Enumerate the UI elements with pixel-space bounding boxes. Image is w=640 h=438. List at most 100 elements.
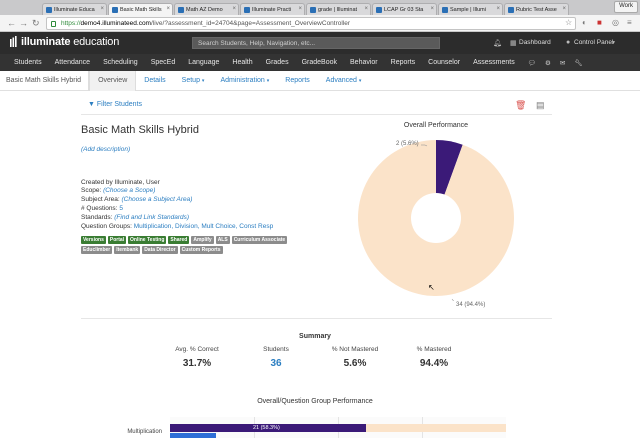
questions-count-link[interactable]: 5	[119, 205, 123, 212]
bar-chart-title: Overall/Question Group Performance	[257, 398, 373, 405]
nav-reports[interactable]: Reports	[391, 59, 416, 66]
bar-segment[interactable]	[365, 424, 506, 432]
menu-icon[interactable]: ≡	[627, 18, 632, 27]
nav-behavior[interactable]: Behavior	[350, 59, 378, 66]
close-tab-icon[interactable]: ×	[364, 6, 368, 12]
caret-down-icon: ▼	[611, 40, 616, 46]
stat-mastered: % Mastered 94.4%	[416, 346, 452, 369]
pie-label-leader	[451, 298, 454, 301]
nav-attendance[interactable]: Attendance	[55, 59, 90, 66]
gear-icon[interactable]: ⚙	[545, 59, 551, 67]
url-field[interactable]: https://demo4.illuminateed.com/live/?ass…	[46, 17, 576, 30]
nav-gradebook[interactable]: GradeBook	[302, 59, 337, 66]
feature-tag: Custom Reports	[179, 246, 223, 254]
chat-icon[interactable]: 💬︎	[528, 59, 536, 67]
nav-assessments[interactable]: Assessments	[473, 59, 515, 66]
feature-tag: Shared	[168, 236, 190, 244]
stat-students: Students 36	[231, 346, 321, 369]
app-header: illuminate education Search Students, He…	[0, 32, 640, 54]
forward-icon[interactable]: →	[19, 18, 28, 28]
browser-tab[interactable]: Math AZ Demo ×	[174, 3, 239, 15]
favicon-icon	[178, 7, 184, 13]
link-standards-link[interactable]: (Find and Link Standards)	[114, 214, 189, 221]
close-tab-icon[interactable]: ×	[100, 6, 104, 12]
control-panel-link[interactable]: Control Panel	[574, 39, 613, 46]
students-count-link[interactable]: 36	[231, 358, 321, 369]
filter-students-link[interactable]: ▼ Filter Students	[88, 101, 142, 108]
close-tab-icon[interactable]: ×	[496, 6, 500, 12]
tab-advanced[interactable]: Advanced ▾	[318, 71, 370, 91]
bar-data-label: 21 (58.3%)	[252, 425, 280, 431]
dashboard-link[interactable]: Dashboard	[519, 39, 551, 46]
notification-bell-icon[interactable]: 🔔︎	[493, 39, 502, 47]
tab-details[interactable]: Details	[136, 71, 173, 91]
dashboard-grid-icon[interactable]: ▦	[510, 39, 517, 47]
print-icon[interactable]: ▤	[536, 100, 545, 111]
stat-avg-correct: Avg. % Correct 31.7%	[175, 346, 219, 369]
browser-tab[interactable]: Rubric Test Asse ×	[504, 3, 569, 15]
bar-secondary-partial[interactable]	[170, 433, 216, 438]
extension-icon[interactable]: ◐	[582, 18, 587, 27]
global-search-input[interactable]: Search Students, Help, Navigation, etc..…	[192, 37, 440, 49]
stat-not-mastered: % Not Mastered 5.6%	[331, 346, 379, 369]
browser-tab-active[interactable]: Basic Math Skills ×	[108, 3, 173, 15]
reload-icon[interactable]: ↻	[32, 18, 40, 28]
browser-tab[interactable]: Sample | Illumi ×	[438, 3, 503, 15]
bookmark-star-icon[interactable]: ☆	[565, 18, 572, 27]
add-description-link[interactable]: (Add description)	[81, 146, 130, 153]
tab-setup[interactable]: Setup ▾	[174, 71, 213, 91]
favicon-icon	[244, 7, 250, 13]
filter-icon: ▼	[88, 101, 95, 108]
tab-reports[interactable]: Reports	[277, 71, 318, 91]
browser-tab-bar: Illuminate Educa × Basic Math Skills × Mat…	[0, 0, 640, 15]
browser-tab[interactable]: Illuminate Practi ×	[240, 3, 305, 15]
divider	[81, 114, 552, 115]
user-icon: ●	[566, 39, 571, 46]
nav-health[interactable]: Health	[232, 59, 252, 66]
profile-button[interactable]: Work	[614, 1, 638, 13]
tab-overview[interactable]: Overview	[89, 70, 137, 91]
favicon-icon	[508, 7, 514, 13]
wrench-icon[interactable]: 🔧︎	[574, 59, 582, 67]
trash-icon[interactable]: 🗑︎	[515, 100, 526, 111]
browser-tab[interactable]: grade | Illuminat ×	[306, 3, 371, 15]
nav-language[interactable]: Language	[188, 59, 219, 66]
close-tab-icon[interactable]: ×	[298, 6, 302, 12]
close-tab-icon[interactable]: ×	[166, 6, 170, 12]
questions-row: # Questions: 5	[81, 205, 123, 212]
browser-tab[interactable]: Illuminate Educa ×	[42, 3, 107, 15]
inbox-icon[interactable]: ✉	[560, 59, 565, 67]
browser-tab[interactable]: LCAP Gr 03 Sta ×	[372, 3, 437, 15]
close-tab-icon[interactable]: ×	[430, 6, 434, 12]
nav-counselor[interactable]: Counselor	[428, 59, 460, 66]
nav-scheduling[interactable]: Scheduling	[103, 59, 138, 66]
assessment-title: Basic Math Skills Hybrid	[81, 124, 199, 136]
question-groups-row: Question Groups: Multiplication, Divisio…	[81, 223, 274, 230]
extension-icon[interactable]: ◎	[612, 18, 619, 27]
app-logo[interactable]: illuminate education	[21, 36, 119, 48]
feature-tag: Versions	[81, 236, 106, 244]
feature-tag: Portal	[107, 236, 127, 244]
nav-students[interactable]: Students	[14, 59, 42, 66]
choose-subject-link[interactable]: (Choose a Subject Area)	[121, 196, 192, 203]
feature-tag: ALS	[215, 236, 230, 244]
standards-row: Standards: (Find and Link Standards)	[81, 214, 190, 221]
overall-performance-pie	[358, 140, 514, 301]
choose-scope-link[interactable]: (Choose a Scope)	[103, 187, 155, 194]
question-groups-link[interactable]: Multiplication, Division, Mult Choice, C…	[134, 223, 273, 230]
close-tab-icon[interactable]: ×	[562, 6, 566, 12]
scope-row: Scope: (Choose a Scope)	[81, 187, 156, 194]
tab-administration[interactable]: Administration ▾	[212, 71, 277, 91]
back-icon[interactable]: ←	[7, 18, 16, 28]
caret-down-icon: ▾	[266, 77, 270, 84]
assessment-breadcrumb[interactable]: Basic Math Skills Hybrid	[0, 70, 90, 91]
close-tab-icon[interactable]: ×	[232, 6, 236, 12]
feature-tags: Versions Portal Online Testing Shared Amplif…	[81, 236, 321, 256]
created-by: Created by Illuminate, User	[81, 179, 160, 186]
extension-badge-icon[interactable]: ■	[597, 18, 602, 27]
nav-speced[interactable]: SpecEd	[151, 59, 176, 66]
nav-grades[interactable]: Grades	[266, 59, 289, 66]
lock-icon	[51, 21, 56, 27]
favicon-icon	[376, 7, 382, 13]
pie-slice-label: 2 (5.6%)	[396, 141, 419, 147]
